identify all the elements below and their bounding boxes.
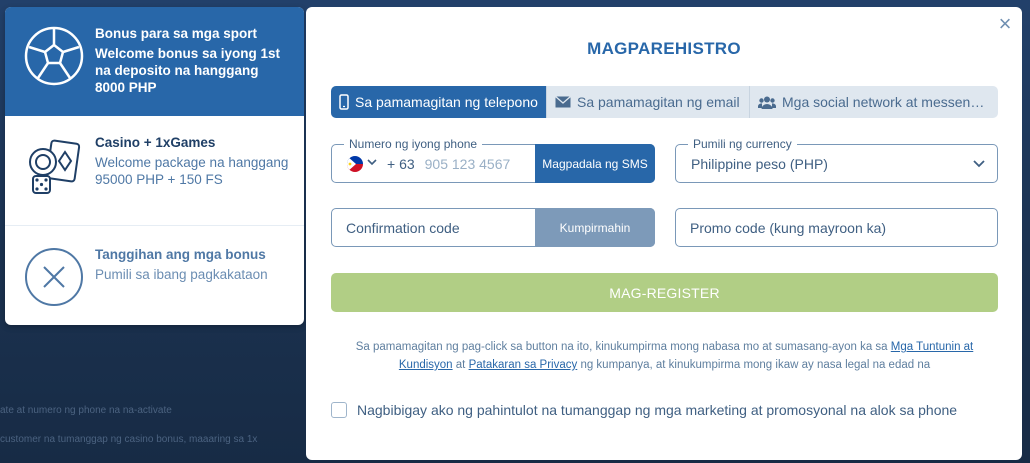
- bonus-title: Bonus para sa mga sport: [95, 26, 258, 41]
- confirm-button[interactable]: Kumpirmahin: [535, 208, 655, 247]
- privacy-link[interactable]: Patakaran sa Privacy: [469, 359, 578, 371]
- tab-email[interactable]: Sa pamamagitan ng email: [547, 86, 750, 118]
- terms-text-middle: at: [452, 359, 469, 371]
- background-text: customer na tumanggap ng casino bonus, m…: [0, 434, 258, 445]
- bonus-panel: Bonus para sa mga sport Welcome bonus sa…: [5, 7, 304, 325]
- confirmation-code-field: Kumpirmahin: [331, 208, 655, 247]
- terms-text-before: Sa pamamagitan ng pag-click sa button na…: [355, 341, 891, 353]
- envelope-icon: [555, 96, 571, 108]
- bonus-option-decline[interactable]: Tanggihan ang mga bonus Pumili sa ibang …: [5, 226, 304, 325]
- tab-label: Mga social network at messengers: [782, 94, 990, 110]
- bonus-option-sports[interactable]: Bonus para sa mga sport Welcome bonus sa…: [5, 7, 304, 116]
- currency-label: Pumili ng currency: [688, 137, 797, 151]
- terms-text: Sa pamamagitan ng pag-click sa button na…: [336, 338, 993, 374]
- promo-code-field: [675, 208, 998, 247]
- confirmation-code-input[interactable]: [346, 219, 526, 236]
- phone-prefix: + 63: [387, 155, 415, 172]
- chevron-down-icon[interactable]: [367, 158, 377, 169]
- currency-select[interactable]: Pumili ng currency Philippine peso (PHP): [675, 137, 998, 183]
- phone-icon: [339, 94, 349, 110]
- tab-label: Sa pamamagitan ng email: [577, 94, 740, 110]
- tab-phone[interactable]: Sa pamamagitan ng telepono: [331, 86, 547, 118]
- close-circle-icon: [23, 246, 85, 308]
- casino-chips-icon: [23, 134, 85, 196]
- modal-title: MAGPAREHISTRO: [587, 39, 741, 58]
- marketing-consent: Nagbibigay ako ng pahintulot na tumangga…: [331, 402, 957, 418]
- philippines-flag-icon[interactable]: [347, 155, 363, 172]
- currency-value: Philippine peso (PHP): [691, 155, 828, 172]
- bonus-description: Pumili sa ibang pagkakataon: [95, 267, 268, 282]
- bonus-title: Casino + 1xGames: [95, 135, 216, 150]
- tab-label: Sa pamamagitan ng telepono: [355, 94, 538, 110]
- register-button[interactable]: MAG-REGISTER: [331, 273, 998, 312]
- bonus-description: Welcome package na hanggang 95000 PHP + …: [95, 155, 289, 187]
- terms-text-after: ng kumpanya, at kinukumpirma mong ikaw a…: [577, 359, 931, 371]
- bonus-description: Welcome bonus sa iyong 1st na deposito n…: [95, 46, 281, 95]
- close-icon[interactable]: ×: [994, 13, 1016, 35]
- soccer-ball-icon: [23, 25, 85, 87]
- background-text: ate at numero ng phone na na-activate: [0, 405, 172, 416]
- chevron-down-icon: [973, 155, 985, 173]
- tab-social[interactable]: Mga social network at messengers: [750, 86, 998, 118]
- users-icon: [758, 96, 776, 109]
- registration-modal: × MAGPAREHISTRO Sa pamamagitan ng telepo…: [306, 7, 1022, 460]
- bonus-option-casino[interactable]: Casino + 1xGames Welcome package na hang…: [5, 116, 304, 226]
- marketing-label[interactable]: Nagbibigay ako ng pahintulot na tumangga…: [357, 402, 957, 418]
- bonus-title: Tanggihan ang mga bonus: [95, 247, 266, 262]
- promo-code-input[interactable]: [690, 219, 980, 236]
- send-sms-button[interactable]: Magpadala ng SMS: [535, 144, 655, 183]
- phone-input[interactable]: [424, 155, 530, 172]
- marketing-checkbox[interactable]: [331, 402, 347, 418]
- phone-label: Numero ng iyong phone: [344, 137, 483, 151]
- registration-tabs: Sa pamamagitan ng telepono Sa pamamagita…: [331, 86, 998, 118]
- phone-field: Numero ng iyong phone + 63 Magpadala ng …: [331, 137, 655, 183]
